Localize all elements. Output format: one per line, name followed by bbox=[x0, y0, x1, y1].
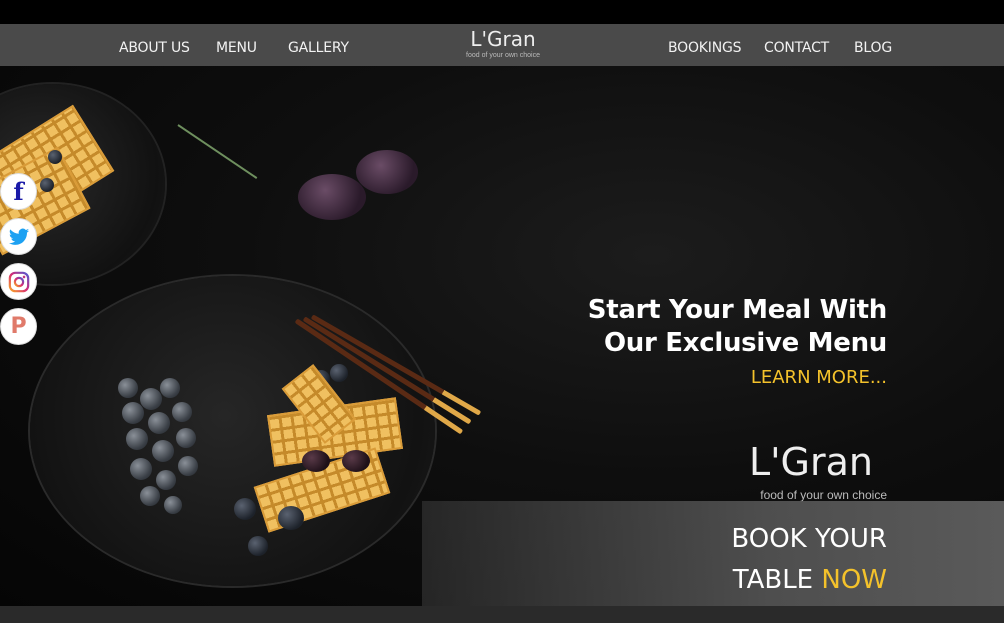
hero-headline-line2: Our Exclusive Menu bbox=[604, 328, 887, 358]
book-line2-prefix: TABLE bbox=[732, 565, 814, 595]
blueberry bbox=[48, 150, 62, 164]
hero-logo-name: L'Gran bbox=[748, 440, 873, 484]
nav-blog[interactable]: BLOG bbox=[854, 24, 892, 66]
pinterest-button[interactable]: P bbox=[0, 308, 37, 345]
twitter-button[interactable] bbox=[0, 218, 37, 255]
hero-logo-tagline: food of your own choice bbox=[760, 488, 887, 502]
nav-menu[interactable]: MENU bbox=[216, 24, 257, 66]
facebook-icon: f bbox=[13, 177, 24, 206]
bottom-strip bbox=[0, 606, 1004, 623]
navbar-logo-tagline: food of your own choice bbox=[466, 52, 540, 59]
instagram-button[interactable] bbox=[0, 263, 37, 300]
plum bbox=[298, 174, 366, 220]
book-table-panel[interactable] bbox=[422, 501, 1004, 606]
learn-more-link[interactable]: LEARN MORE... bbox=[751, 367, 887, 388]
blueberry bbox=[40, 178, 54, 192]
book-table-cta[interactable]: BOOK YOUR TABLE NOW bbox=[731, 519, 887, 601]
hero-headline: Start Your Meal With Our Exclusive Menu bbox=[587, 294, 888, 360]
nav-contact[interactable]: CONTACT bbox=[764, 24, 829, 66]
navbar-logo[interactable]: L'Gran food of your own choice bbox=[452, 26, 554, 60]
rosemary-sprig bbox=[177, 124, 258, 179]
nav-bookings[interactable]: BOOKINGS bbox=[668, 24, 742, 66]
nav-gallery[interactable]: GALLERY bbox=[288, 24, 349, 66]
book-now-highlight: NOW bbox=[821, 565, 887, 595]
pinterest-icon: P bbox=[10, 314, 27, 339]
book-line1: BOOK YOUR bbox=[731, 524, 887, 554]
plum bbox=[356, 150, 418, 194]
navbar-logo-name: L'Gran bbox=[470, 27, 536, 51]
nav-about-us[interactable]: ABOUT US bbox=[119, 24, 190, 66]
hero-headline-line1: Start Your Meal With bbox=[587, 295, 888, 325]
main-navbar: ABOUT US MENU GALLERY L'Gran food of you… bbox=[0, 24, 1004, 66]
facebook-button[interactable]: f bbox=[0, 173, 37, 210]
instagram-icon bbox=[8, 271, 29, 292]
twitter-icon bbox=[8, 228, 29, 245]
top-strip bbox=[0, 0, 1004, 24]
hero-logo: L'Gran food of your own choice bbox=[749, 438, 887, 502]
